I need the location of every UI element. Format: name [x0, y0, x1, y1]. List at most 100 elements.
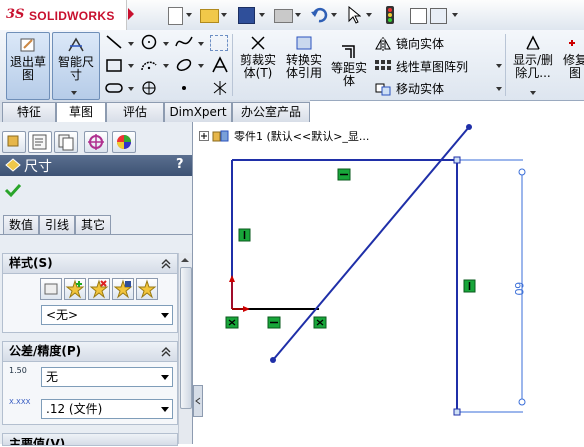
dropdown-arrow-icon[interactable]: [163, 64, 169, 68]
dropdown-arrow-icon[interactable]: [128, 87, 134, 91]
save-style-icon[interactable]: [112, 278, 134, 300]
text-tool-icon[interactable]: [210, 56, 230, 74]
dropdown-arrow-icon[interactable]: [530, 91, 536, 95]
panel-scrollbar[interactable]: [178, 253, 192, 444]
scroll-thumb[interactable]: [180, 267, 192, 409]
dropdown-arrow-icon[interactable]: [366, 13, 372, 17]
move-entities-button[interactable]: 移动实体: [374, 80, 444, 97]
style-select[interactable]: <无>: [41, 305, 173, 325]
trim-entities-button[interactable]: 剪裁实 体(T): [236, 34, 280, 80]
style-section-header[interactable]: 样式(S): [3, 254, 177, 274]
horizontal-relation-icon[interactable]: [267, 316, 281, 329]
sketch-point[interactable]: [270, 357, 276, 363]
sketch-endpoint[interactable]: [453, 156, 461, 164]
ok-checkmark-icon[interactable]: [4, 182, 22, 198]
dropdown-arrow-icon[interactable]: [128, 42, 134, 46]
tab-leaders[interactable]: 引线: [39, 215, 75, 235]
coincident-relation-icon[interactable]: [313, 316, 327, 329]
unit-precision-select[interactable]: .12 (文件): [41, 399, 173, 419]
dropdown-arrow-icon[interactable]: [331, 13, 337, 17]
centerline-tool-icon[interactable]: [210, 79, 230, 97]
undo-icon[interactable]: [310, 6, 328, 24]
print-icon[interactable]: [274, 9, 293, 23]
smart-dimension-dropdown-icon[interactable]: [71, 91, 77, 95]
dropdown-arrow-icon[interactable]: [496, 64, 502, 68]
exit-sketch-button[interactable]: 退出草 图: [6, 32, 50, 100]
sketch-grid-icon[interactable]: [210, 35, 228, 51]
feature-tree-flyout[interactable]: 零件1 (默认<<默认>_显...: [199, 128, 369, 144]
rectangle-tool-icon[interactable]: [104, 56, 124, 74]
vertical-relation-icon[interactable]: [238, 228, 251, 242]
property-manager-tab-icon[interactable]: [28, 131, 52, 153]
tab-value[interactable]: 数值: [3, 215, 39, 235]
dropdown-arrow-icon[interactable]: [259, 13, 265, 17]
primary-value-header[interactable]: 主要值(V): [3, 434, 177, 445]
dimension-value-text[interactable]: 60: [512, 282, 526, 296]
display-manager-tab-icon[interactable]: [112, 131, 136, 153]
dropdown-arrow-icon[interactable]: [198, 64, 204, 68]
tab-dimxpert[interactable]: DimXpert: [164, 102, 232, 122]
convert-entities-button[interactable]: 转换实 体引用: [282, 34, 326, 80]
coincident-relation-icon[interactable]: [225, 316, 239, 329]
menu-expand-arrow-icon[interactable]: [128, 8, 134, 20]
apply-default-style-icon[interactable]: [40, 278, 62, 300]
options-list-icon[interactable]: [430, 8, 447, 24]
dropdown-arrow-icon[interactable]: [496, 87, 502, 91]
select-pointer-icon[interactable]: [347, 6, 361, 24]
dropdown-arrow-icon[interactable]: [295, 13, 301, 17]
solidworks-logo[interactable]: 3S SOLIDWORKS: [0, 0, 127, 30]
vertical-relation-icon[interactable]: [463, 279, 476, 293]
sketch-point[interactable]: [466, 124, 472, 130]
add-style-icon[interactable]: [64, 278, 86, 300]
part-tree-label[interactable]: 零件1 (默认<<默认>_显...: [234, 128, 369, 144]
point-tool-icon[interactable]: [174, 79, 194, 97]
collapse-up-icon[interactable]: [161, 347, 171, 357]
circle-tool-icon[interactable]: [139, 33, 159, 51]
configuration-manager-tab-icon[interactable]: [54, 131, 78, 153]
help-button[interactable]: ?: [176, 157, 184, 172]
dropdown-arrow-icon[interactable]: [452, 13, 458, 17]
ellipse-tool-icon[interactable]: [174, 56, 194, 74]
spline-tool-icon[interactable]: [174, 33, 194, 51]
tab-office-products[interactable]: 办公室产品: [232, 102, 310, 122]
graphics-area[interactable]: 60 零件1 (默认<<默认>_显...: [193, 122, 584, 444]
tab-evaluate[interactable]: 评估: [106, 102, 164, 122]
dimension-arrow-top[interactable]: [518, 168, 526, 176]
linear-pattern-button[interactable]: 线性草图阵列: [374, 58, 468, 75]
tab-features[interactable]: 特征: [2, 102, 56, 122]
tab-sketch[interactable]: 草图: [56, 102, 106, 123]
horizontal-relation-icon[interactable]: [337, 168, 351, 181]
slot-tool-icon[interactable]: [104, 79, 124, 97]
dimxpert-manager-tab-icon[interactable]: [84, 131, 108, 153]
open-folder-icon[interactable]: [200, 9, 219, 23]
new-document-icon[interactable]: [168, 7, 183, 25]
panel-collapse-handle[interactable]: [193, 385, 203, 417]
save-icon[interactable]: [238, 7, 255, 24]
dropdown-arrow-icon[interactable]: [163, 42, 169, 46]
dropdown-arrow-icon[interactable]: [198, 42, 204, 46]
tab-other[interactable]: 其它: [75, 215, 111, 235]
arc-tool-icon[interactable]: [139, 56, 159, 74]
sketch-endpoint[interactable]: [453, 408, 461, 416]
offset-entities-button[interactable]: 等距实 体: [330, 42, 368, 88]
sketch-canvas[interactable]: 60: [193, 122, 584, 444]
dropdown-arrow-icon[interactable]: [221, 13, 227, 17]
display-delete-relations-button[interactable]: 显示/删 除几...: [510, 34, 556, 80]
dropdown-arrow-icon[interactable]: [186, 13, 192, 17]
repair-sketch-button[interactable]: 修复 图: [560, 34, 584, 80]
expand-plus-icon[interactable]: [199, 131, 209, 141]
collapse-up-icon[interactable]: [161, 259, 171, 269]
line-tool-icon[interactable]: [104, 33, 124, 51]
rebuild-traffic-light-icon[interactable]: [386, 6, 394, 24]
polygon-tool-icon[interactable]: [139, 79, 159, 97]
scroll-up-arrow-icon[interactable]: [180, 255, 190, 265]
smart-dimension-button[interactable]: 智能尺 寸: [52, 32, 100, 100]
sketch-diagonal-line[interactable]: [272, 126, 470, 361]
options-icon[interactable]: [410, 8, 427, 24]
dimension-arrow-bottom[interactable]: [518, 398, 526, 406]
delete-style-icon[interactable]: [88, 278, 110, 300]
feature-manager-tab-icon[interactable]: [2, 131, 26, 153]
load-style-icon[interactable]: [136, 278, 158, 300]
mirror-entities-button[interactable]: 镜向实体: [374, 35, 444, 52]
dropdown-arrow-icon[interactable]: [128, 64, 134, 68]
